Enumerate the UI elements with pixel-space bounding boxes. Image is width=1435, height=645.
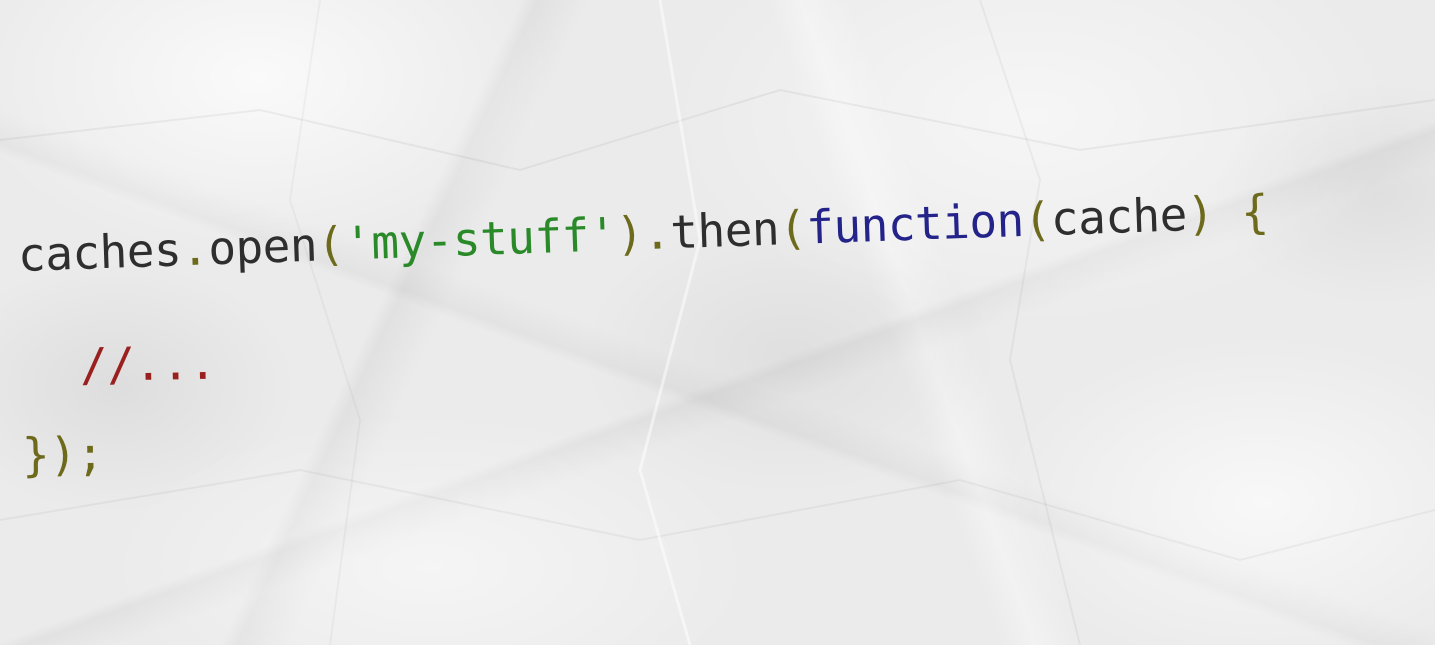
open-brace: { [1240, 184, 1270, 240]
open-paren: ( [316, 216, 346, 272]
open-paren: ( [778, 200, 808, 256]
dot-operator: . [642, 205, 672, 261]
open-paren: ( [1022, 191, 1052, 247]
dot-operator: . [180, 221, 210, 277]
string-literal: 'my-stuff' [343, 207, 617, 271]
close-paren: ) [1185, 186, 1215, 242]
parameter-cache: cache [1049, 187, 1188, 246]
keyword-function: function [805, 192, 1025, 255]
method-open: open [207, 217, 318, 276]
identifier-caches: caches [17, 222, 183, 282]
code-line-2: //... [80, 336, 217, 392]
code-line-1: caches.open('my-stuff').then(function(ca… [17, 184, 1269, 282]
closing-tokens: }); [21, 426, 105, 482]
code-line-3: }); [22, 427, 105, 482]
paper-texture [0, 0, 1435, 645]
method-then: then [669, 201, 780, 260]
comment: //... [79, 335, 217, 392]
close-paren: ) [615, 206, 645, 262]
